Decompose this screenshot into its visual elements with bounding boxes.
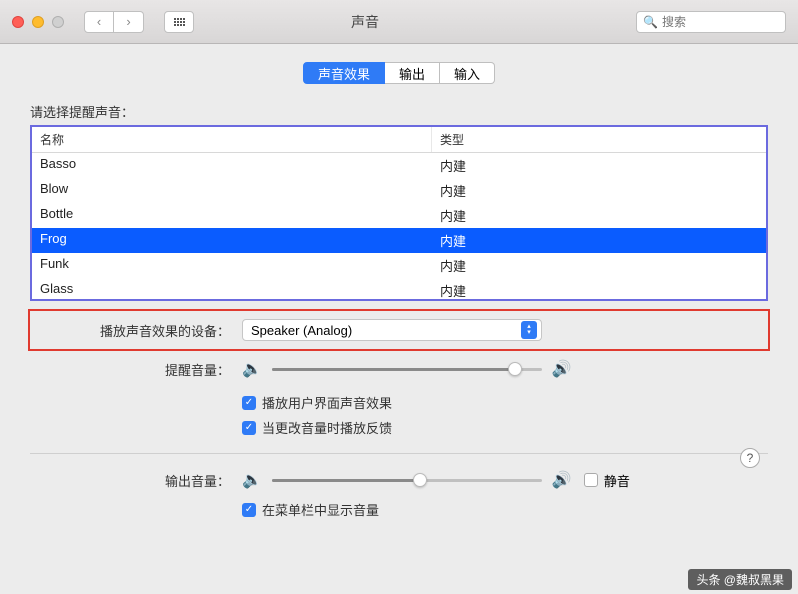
col-type[interactable]: 类型	[432, 127, 766, 152]
tab-input[interactable]: 输入	[440, 62, 495, 84]
checkmark-icon: ✓	[242, 421, 256, 435]
sound-name: Basso	[32, 153, 432, 178]
alert-volume-slider[interactable]	[272, 360, 542, 378]
speaker-high-icon: 🔊	[552, 359, 572, 379]
checkbox-menubar-label: 在菜单栏中显示音量	[262, 500, 379, 519]
alert-sound-prompt: 请选择提醒声音：	[30, 102, 768, 121]
list-header: 名称 类型	[32, 127, 766, 153]
sound-name: Funk	[32, 253, 432, 278]
checkbox-volume-feedback-label: 当更改音量时播放反馈	[262, 418, 392, 437]
checkmark-icon: ✓	[242, 396, 256, 410]
col-name[interactable]: 名称	[32, 127, 432, 152]
checkbox-volume-feedback[interactable]: ✓ 当更改音量时播放反馈	[242, 418, 768, 437]
speaker-high-icon: 🔊	[552, 470, 572, 490]
device-value: Speaker (Analog)	[251, 323, 352, 338]
table-row[interactable]: Frog内建	[32, 228, 766, 253]
table-row[interactable]: Blow内建	[32, 178, 766, 203]
mute-label: 静音	[604, 471, 630, 490]
speaker-low-icon: 🔈	[242, 470, 262, 490]
window-title: 声音	[114, 12, 616, 32]
zoom-button[interactable]	[52, 16, 64, 28]
checkbox-empty-icon	[584, 473, 598, 487]
back-button[interactable]: ‹	[84, 11, 114, 33]
table-row[interactable]: Basso内建	[32, 153, 766, 178]
checkmark-icon: ✓	[242, 503, 256, 517]
alert-volume-label: 提醒音量：	[70, 360, 230, 379]
device-section-highlight: 播放声音效果的设备： Speaker (Analog) ▴▾	[28, 309, 770, 351]
table-row[interactable]: Funk内建	[32, 253, 766, 278]
output-volume-label: 输出音量：	[70, 471, 230, 490]
mute-checkbox[interactable]: 静音	[584, 471, 630, 490]
checkbox-menubar-volume[interactable]: ✓ 在菜单栏中显示音量	[242, 500, 768, 519]
tab-sound-effects[interactable]: 声音效果	[303, 62, 385, 84]
table-row[interactable]: Bottle内建	[32, 203, 766, 228]
table-row[interactable]: Glass内建	[32, 278, 766, 301]
sound-type: 内建	[432, 203, 474, 228]
titlebar: ‹ › 声音 🔍	[0, 0, 798, 44]
device-select[interactable]: Speaker (Analog) ▴▾	[242, 319, 542, 341]
sound-type: 内建	[432, 228, 474, 253]
tab-output[interactable]: 输出	[385, 62, 440, 84]
divider	[30, 453, 768, 454]
sound-type: 内建	[432, 253, 474, 278]
help-button[interactable]: ?	[740, 448, 760, 468]
sound-type: 内建	[432, 153, 474, 178]
sound-name: Blow	[32, 178, 432, 203]
output-volume-slider[interactable]	[272, 471, 542, 489]
sound-type: 内建	[432, 178, 474, 203]
tabs: 声音效果 输出 输入	[30, 62, 768, 84]
sound-name: Bottle	[32, 203, 432, 228]
sound-name: Glass	[32, 278, 432, 301]
checkbox-ui-sound[interactable]: ✓ 播放用户界面声音效果	[242, 393, 768, 412]
window-controls	[12, 16, 64, 28]
attribution-watermark: 头条 @魏叔黑果	[688, 569, 792, 590]
search-field[interactable]: 🔍	[636, 11, 786, 33]
close-button[interactable]	[12, 16, 24, 28]
search-icon: 🔍	[643, 15, 658, 29]
sound-name: Frog	[32, 228, 432, 253]
sound-type: 内建	[432, 278, 474, 301]
minimize-button[interactable]	[32, 16, 44, 28]
search-input[interactable]	[662, 15, 779, 29]
alert-sound-list[interactable]: 名称 类型 Basso内建Blow内建Bottle内建Frog内建Funk内建G…	[30, 125, 768, 301]
device-label: 播放声音效果的设备：	[70, 321, 230, 340]
chevron-updown-icon: ▴▾	[521, 321, 537, 339]
checkbox-ui-sound-label: 播放用户界面声音效果	[262, 393, 392, 412]
speaker-low-icon: 🔈	[242, 359, 262, 379]
